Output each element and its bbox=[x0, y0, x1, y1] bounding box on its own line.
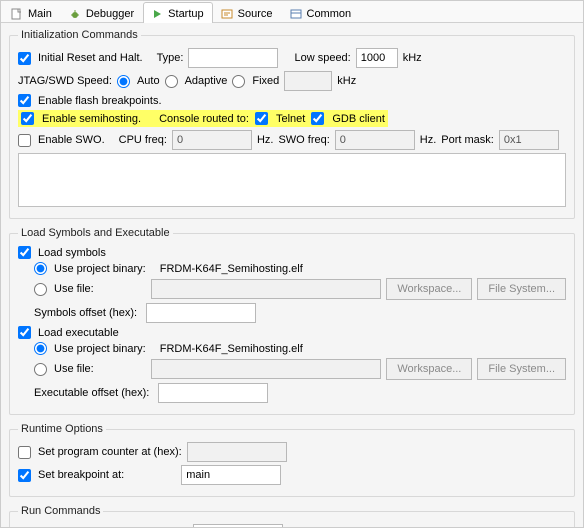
run-group: Run Commands Pre-run reset and halt. Typ… bbox=[9, 505, 575, 527]
sym-file-input bbox=[151, 279, 382, 299]
jtag-adaptive-label: Adaptive bbox=[185, 75, 228, 87]
jtag-adaptive-radio[interactable] bbox=[165, 75, 178, 88]
sym-file-radio[interactable] bbox=[34, 283, 47, 296]
enable-swo-label: Enable SWO. bbox=[38, 134, 105, 146]
cpu-freq-label: CPU freq: bbox=[119, 134, 167, 146]
low-speed-input[interactable] bbox=[356, 48, 398, 68]
common-icon bbox=[289, 7, 303, 21]
tab-label: Common bbox=[307, 8, 352, 20]
load-symbols-label: Load symbols bbox=[38, 247, 106, 259]
telnet-label: Telnet bbox=[276, 113, 305, 125]
enable-swo-checkbox[interactable] bbox=[18, 134, 31, 147]
hz-label-1: Hz. bbox=[257, 134, 274, 146]
type-label: Type: bbox=[157, 52, 184, 64]
load-exec-checkbox[interactable] bbox=[18, 326, 31, 339]
initial-reset-checkbox[interactable] bbox=[18, 52, 31, 65]
tab-common[interactable]: Common bbox=[282, 2, 361, 23]
tab-startup[interactable]: Startup bbox=[143, 2, 212, 23]
jtag-fixed-label: Fixed bbox=[252, 75, 279, 87]
exe-projbin-value: FRDM-K64F_Semihosting.elf bbox=[160, 343, 303, 355]
enable-semihosting-label: Enable semihosting. bbox=[42, 113, 141, 125]
console-routed-label: Console routed to: bbox=[159, 113, 249, 125]
exe-file-radio[interactable] bbox=[34, 363, 47, 376]
set-bp-input[interactable] bbox=[181, 465, 281, 485]
exe-offset-label: Executable offset (hex): bbox=[34, 387, 149, 399]
enable-semihosting-checkbox[interactable] bbox=[21, 112, 34, 125]
load-symbols-checkbox[interactable] bbox=[18, 246, 31, 259]
file-icon bbox=[10, 7, 24, 21]
tab-label: Main bbox=[28, 8, 52, 20]
telnet-checkbox[interactable] bbox=[255, 112, 268, 125]
tab-label: Debugger bbox=[86, 8, 134, 20]
sym-offset-input[interactable] bbox=[146, 303, 256, 323]
sym-projbin-label: Use project binary: bbox=[54, 263, 146, 275]
runtime-legend: Runtime Options bbox=[18, 423, 106, 435]
tab-source[interactable]: Source bbox=[213, 2, 282, 23]
sym-projbin-value: FRDM-K64F_Semihosting.elf bbox=[160, 263, 303, 275]
initial-reset-label: Initial Reset and Halt. bbox=[38, 52, 143, 64]
run-legend: Run Commands bbox=[18, 505, 103, 517]
enable-flash-label: Enable flash breakpoints. bbox=[38, 95, 162, 107]
khz-label-2: kHz bbox=[337, 75, 356, 87]
load-legend: Load Symbols and Executable bbox=[18, 227, 173, 239]
tab-label: Startup bbox=[168, 8, 203, 20]
exe-workspace-button: Workspace... bbox=[386, 358, 472, 380]
cpu-freq-input bbox=[172, 130, 252, 150]
init-legend: Initialization Commands bbox=[18, 29, 141, 41]
init-group: Initialization Commands Initial Reset an… bbox=[9, 29, 575, 219]
runtime-group: Runtime Options Set program counter at (… bbox=[9, 423, 575, 497]
enable-flash-checkbox[interactable] bbox=[18, 94, 31, 107]
sym-projbin-radio[interactable] bbox=[34, 262, 47, 275]
exe-projbin-radio[interactable] bbox=[34, 342, 47, 355]
gdbclient-checkbox[interactable] bbox=[311, 112, 324, 125]
exe-file-input bbox=[151, 359, 382, 379]
bug-icon bbox=[68, 7, 82, 21]
set-pc-label: Set program counter at (hex): bbox=[38, 446, 182, 458]
tab-label: Source bbox=[238, 8, 273, 20]
jtag-auto-label: Auto bbox=[137, 75, 160, 87]
tab-bar: Main Debugger Startup Source Common bbox=[1, 1, 583, 23]
port-mask-label: Port mask: bbox=[441, 134, 494, 146]
set-bp-label: Set breakpoint at: bbox=[38, 469, 124, 481]
exe-file-label: Use file: bbox=[54, 363, 94, 375]
source-icon bbox=[220, 7, 234, 21]
exe-projbin-label: Use project binary: bbox=[54, 343, 146, 355]
jtag-speed-label: JTAG/SWD Speed: bbox=[18, 75, 112, 87]
sym-offset-label: Symbols offset (hex): bbox=[34, 307, 137, 319]
tab-main[interactable]: Main bbox=[3, 2, 61, 23]
sym-file-label: Use file: bbox=[54, 283, 94, 295]
khz-label: kHz bbox=[403, 52, 422, 64]
exe-offset-input[interactable] bbox=[158, 383, 268, 403]
prerun-type-input[interactable] bbox=[193, 524, 283, 527]
set-pc-input bbox=[187, 442, 287, 462]
gdbclient-label: GDB client bbox=[332, 113, 385, 125]
tab-debugger[interactable]: Debugger bbox=[61, 2, 143, 23]
semihosting-highlight: Enable semihosting. Console routed to: T… bbox=[18, 110, 388, 127]
sym-filesystem-button: File System... bbox=[477, 278, 566, 300]
set-pc-checkbox[interactable] bbox=[18, 446, 31, 459]
load-group: Load Symbols and Executable Load symbols… bbox=[9, 227, 575, 415]
reset-type-input[interactable] bbox=[188, 48, 278, 68]
hz-label-2: Hz. bbox=[420, 134, 437, 146]
set-bp-checkbox[interactable] bbox=[18, 469, 31, 482]
exe-filesystem-button: File System... bbox=[477, 358, 566, 380]
load-exec-label: Load executable bbox=[38, 327, 119, 339]
sym-workspace-button: Workspace... bbox=[386, 278, 472, 300]
port-mask-input bbox=[499, 130, 559, 150]
low-speed-label: Low speed: bbox=[294, 52, 350, 64]
play-icon bbox=[150, 7, 164, 21]
jtag-auto-radio[interactable] bbox=[117, 75, 130, 88]
swo-freq-label: SWO freq: bbox=[278, 134, 329, 146]
jtag-fixed-radio[interactable] bbox=[232, 75, 245, 88]
swo-freq-input bbox=[335, 130, 415, 150]
jtag-fixed-input bbox=[284, 71, 332, 91]
init-commands-textarea[interactable] bbox=[18, 153, 566, 207]
